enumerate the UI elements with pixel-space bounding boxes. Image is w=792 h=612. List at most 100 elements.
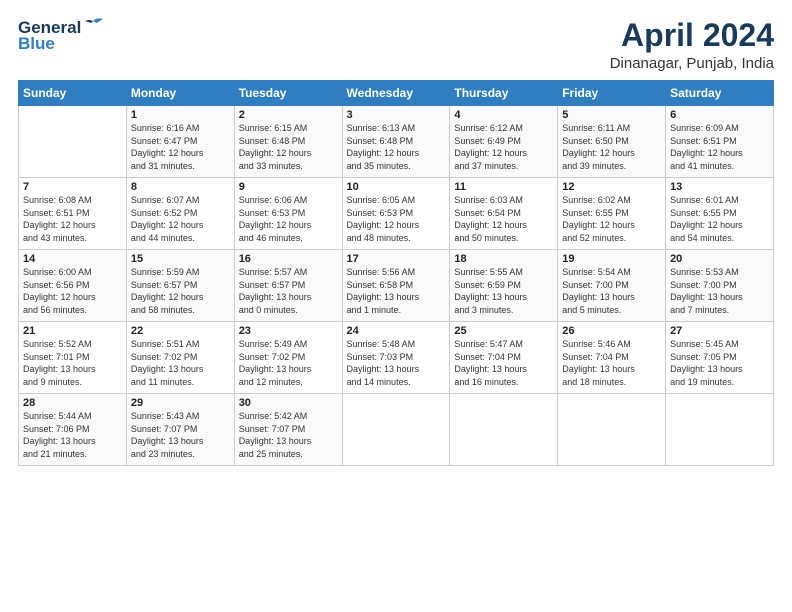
logo-blue: Blue bbox=[18, 34, 55, 54]
day-number: 11 bbox=[454, 181, 553, 193]
calendar-cell: 10Sunrise: 6:05 AM Sunset: 6:53 PM Dayli… bbox=[342, 178, 450, 250]
col-tuesday: Tuesday bbox=[234, 81, 342, 106]
day-number: 18 bbox=[454, 253, 553, 265]
calendar-cell: 25Sunrise: 5:47 AM Sunset: 7:04 PM Dayli… bbox=[450, 322, 558, 394]
day-info: Sunrise: 6:01 AM Sunset: 6:55 PM Dayligh… bbox=[670, 194, 769, 244]
day-number: 3 bbox=[347, 109, 446, 121]
day-info: Sunrise: 6:16 AM Sunset: 6:47 PM Dayligh… bbox=[131, 122, 230, 172]
day-number: 23 bbox=[239, 325, 338, 337]
col-friday: Friday bbox=[558, 81, 666, 106]
calendar-cell: 27Sunrise: 5:45 AM Sunset: 7:05 PM Dayli… bbox=[666, 322, 774, 394]
day-info: Sunrise: 5:52 AM Sunset: 7:01 PM Dayligh… bbox=[23, 338, 122, 388]
calendar-cell: 20Sunrise: 5:53 AM Sunset: 7:00 PM Dayli… bbox=[666, 250, 774, 322]
day-number: 16 bbox=[239, 253, 338, 265]
day-number: 8 bbox=[131, 181, 230, 193]
calendar-cell: 4Sunrise: 6:12 AM Sunset: 6:49 PM Daylig… bbox=[450, 106, 558, 178]
day-info: Sunrise: 6:15 AM Sunset: 6:48 PM Dayligh… bbox=[239, 122, 338, 172]
calendar-cell: 28Sunrise: 5:44 AM Sunset: 7:06 PM Dayli… bbox=[19, 394, 127, 466]
day-number: 12 bbox=[562, 181, 661, 193]
calendar-cell bbox=[558, 394, 666, 466]
day-info: Sunrise: 5:54 AM Sunset: 7:00 PM Dayligh… bbox=[562, 266, 661, 316]
day-number: 7 bbox=[23, 181, 122, 193]
logo: General Blue bbox=[18, 18, 105, 54]
day-info: Sunrise: 6:00 AM Sunset: 6:56 PM Dayligh… bbox=[23, 266, 122, 316]
day-info: Sunrise: 5:51 AM Sunset: 7:02 PM Dayligh… bbox=[131, 338, 230, 388]
day-number: 13 bbox=[670, 181, 769, 193]
col-saturday: Saturday bbox=[666, 81, 774, 106]
col-wednesday: Wednesday bbox=[342, 81, 450, 106]
calendar-cell: 11Sunrise: 6:03 AM Sunset: 6:54 PM Dayli… bbox=[450, 178, 558, 250]
calendar-cell: 30Sunrise: 5:42 AM Sunset: 7:07 PM Dayli… bbox=[234, 394, 342, 466]
calendar-week-row: 14Sunrise: 6:00 AM Sunset: 6:56 PM Dayli… bbox=[19, 250, 774, 322]
calendar-cell: 13Sunrise: 6:01 AM Sunset: 6:55 PM Dayli… bbox=[666, 178, 774, 250]
col-monday: Monday bbox=[126, 81, 234, 106]
calendar-cell: 6Sunrise: 6:09 AM Sunset: 6:51 PM Daylig… bbox=[666, 106, 774, 178]
calendar-week-row: 1Sunrise: 6:16 AM Sunset: 6:47 PM Daylig… bbox=[19, 106, 774, 178]
calendar-cell bbox=[19, 106, 127, 178]
calendar-cell: 24Sunrise: 5:48 AM Sunset: 7:03 PM Dayli… bbox=[342, 322, 450, 394]
logo-bird-icon bbox=[83, 17, 105, 33]
calendar-cell: 22Sunrise: 5:51 AM Sunset: 7:02 PM Dayli… bbox=[126, 322, 234, 394]
calendar-cell: 26Sunrise: 5:46 AM Sunset: 7:04 PM Dayli… bbox=[558, 322, 666, 394]
day-number: 5 bbox=[562, 109, 661, 121]
day-info: Sunrise: 6:03 AM Sunset: 6:54 PM Dayligh… bbox=[454, 194, 553, 244]
calendar-table: Sunday Monday Tuesday Wednesday Thursday… bbox=[18, 80, 774, 466]
calendar-cell: 18Sunrise: 5:55 AM Sunset: 6:59 PM Dayli… bbox=[450, 250, 558, 322]
day-number: 21 bbox=[23, 325, 122, 337]
day-info: Sunrise: 6:11 AM Sunset: 6:50 PM Dayligh… bbox=[562, 122, 661, 172]
calendar-cell: 1Sunrise: 6:16 AM Sunset: 6:47 PM Daylig… bbox=[126, 106, 234, 178]
calendar-week-row: 21Sunrise: 5:52 AM Sunset: 7:01 PM Dayli… bbox=[19, 322, 774, 394]
day-number: 29 bbox=[131, 397, 230, 409]
day-info: Sunrise: 5:48 AM Sunset: 7:03 PM Dayligh… bbox=[347, 338, 446, 388]
day-number: 19 bbox=[562, 253, 661, 265]
day-number: 30 bbox=[239, 397, 338, 409]
calendar-cell: 15Sunrise: 5:59 AM Sunset: 6:57 PM Dayli… bbox=[126, 250, 234, 322]
day-number: 10 bbox=[347, 181, 446, 193]
day-info: Sunrise: 5:49 AM Sunset: 7:02 PM Dayligh… bbox=[239, 338, 338, 388]
calendar-cell: 2Sunrise: 6:15 AM Sunset: 6:48 PM Daylig… bbox=[234, 106, 342, 178]
calendar-cell: 23Sunrise: 5:49 AM Sunset: 7:02 PM Dayli… bbox=[234, 322, 342, 394]
calendar-cell: 9Sunrise: 6:06 AM Sunset: 6:53 PM Daylig… bbox=[234, 178, 342, 250]
calendar-cell: 17Sunrise: 5:56 AM Sunset: 6:58 PM Dayli… bbox=[342, 250, 450, 322]
calendar-cell bbox=[342, 394, 450, 466]
calendar-cell bbox=[450, 394, 558, 466]
calendar-week-row: 7Sunrise: 6:08 AM Sunset: 6:51 PM Daylig… bbox=[19, 178, 774, 250]
day-number: 14 bbox=[23, 253, 122, 265]
day-info: Sunrise: 6:05 AM Sunset: 6:53 PM Dayligh… bbox=[347, 194, 446, 244]
day-info: Sunrise: 6:13 AM Sunset: 6:48 PM Dayligh… bbox=[347, 122, 446, 172]
calendar-cell: 16Sunrise: 5:57 AM Sunset: 6:57 PM Dayli… bbox=[234, 250, 342, 322]
day-info: Sunrise: 5:53 AM Sunset: 7:00 PM Dayligh… bbox=[670, 266, 769, 316]
day-number: 1 bbox=[131, 109, 230, 121]
day-info: Sunrise: 5:42 AM Sunset: 7:07 PM Dayligh… bbox=[239, 410, 338, 460]
col-sunday: Sunday bbox=[19, 81, 127, 106]
header: General Blue April 2024 Dinanagar, Punja… bbox=[18, 18, 774, 72]
day-info: Sunrise: 5:59 AM Sunset: 6:57 PM Dayligh… bbox=[131, 266, 230, 316]
day-number: 25 bbox=[454, 325, 553, 337]
day-number: 27 bbox=[670, 325, 769, 337]
day-number: 6 bbox=[670, 109, 769, 121]
day-info: Sunrise: 6:08 AM Sunset: 6:51 PM Dayligh… bbox=[23, 194, 122, 244]
calendar-cell: 14Sunrise: 6:00 AM Sunset: 6:56 PM Dayli… bbox=[19, 250, 127, 322]
day-info: Sunrise: 5:45 AM Sunset: 7:05 PM Dayligh… bbox=[670, 338, 769, 388]
calendar-cell: 3Sunrise: 6:13 AM Sunset: 6:48 PM Daylig… bbox=[342, 106, 450, 178]
day-info: Sunrise: 5:57 AM Sunset: 6:57 PM Dayligh… bbox=[239, 266, 338, 316]
day-number: 28 bbox=[23, 397, 122, 409]
day-info: Sunrise: 6:06 AM Sunset: 6:53 PM Dayligh… bbox=[239, 194, 338, 244]
calendar-week-row: 28Sunrise: 5:44 AM Sunset: 7:06 PM Dayli… bbox=[19, 394, 774, 466]
day-info: Sunrise: 5:43 AM Sunset: 7:07 PM Dayligh… bbox=[131, 410, 230, 460]
day-info: Sunrise: 6:12 AM Sunset: 6:49 PM Dayligh… bbox=[454, 122, 553, 172]
calendar-cell: 21Sunrise: 5:52 AM Sunset: 7:01 PM Dayli… bbox=[19, 322, 127, 394]
day-number: 26 bbox=[562, 325, 661, 337]
calendar-cell: 19Sunrise: 5:54 AM Sunset: 7:00 PM Dayli… bbox=[558, 250, 666, 322]
calendar-cell: 8Sunrise: 6:07 AM Sunset: 6:52 PM Daylig… bbox=[126, 178, 234, 250]
day-number: 17 bbox=[347, 253, 446, 265]
day-number: 9 bbox=[239, 181, 338, 193]
day-info: Sunrise: 5:56 AM Sunset: 6:58 PM Dayligh… bbox=[347, 266, 446, 316]
day-number: 15 bbox=[131, 253, 230, 265]
day-info: Sunrise: 6:07 AM Sunset: 6:52 PM Dayligh… bbox=[131, 194, 230, 244]
day-info: Sunrise: 5:46 AM Sunset: 7:04 PM Dayligh… bbox=[562, 338, 661, 388]
calendar-cell: 5Sunrise: 6:11 AM Sunset: 6:50 PM Daylig… bbox=[558, 106, 666, 178]
calendar-cell: 29Sunrise: 5:43 AM Sunset: 7:07 PM Dayli… bbox=[126, 394, 234, 466]
page: General Blue April 2024 Dinanagar, Punja… bbox=[0, 0, 792, 612]
calendar-header-row: Sunday Monday Tuesday Wednesday Thursday… bbox=[19, 81, 774, 106]
